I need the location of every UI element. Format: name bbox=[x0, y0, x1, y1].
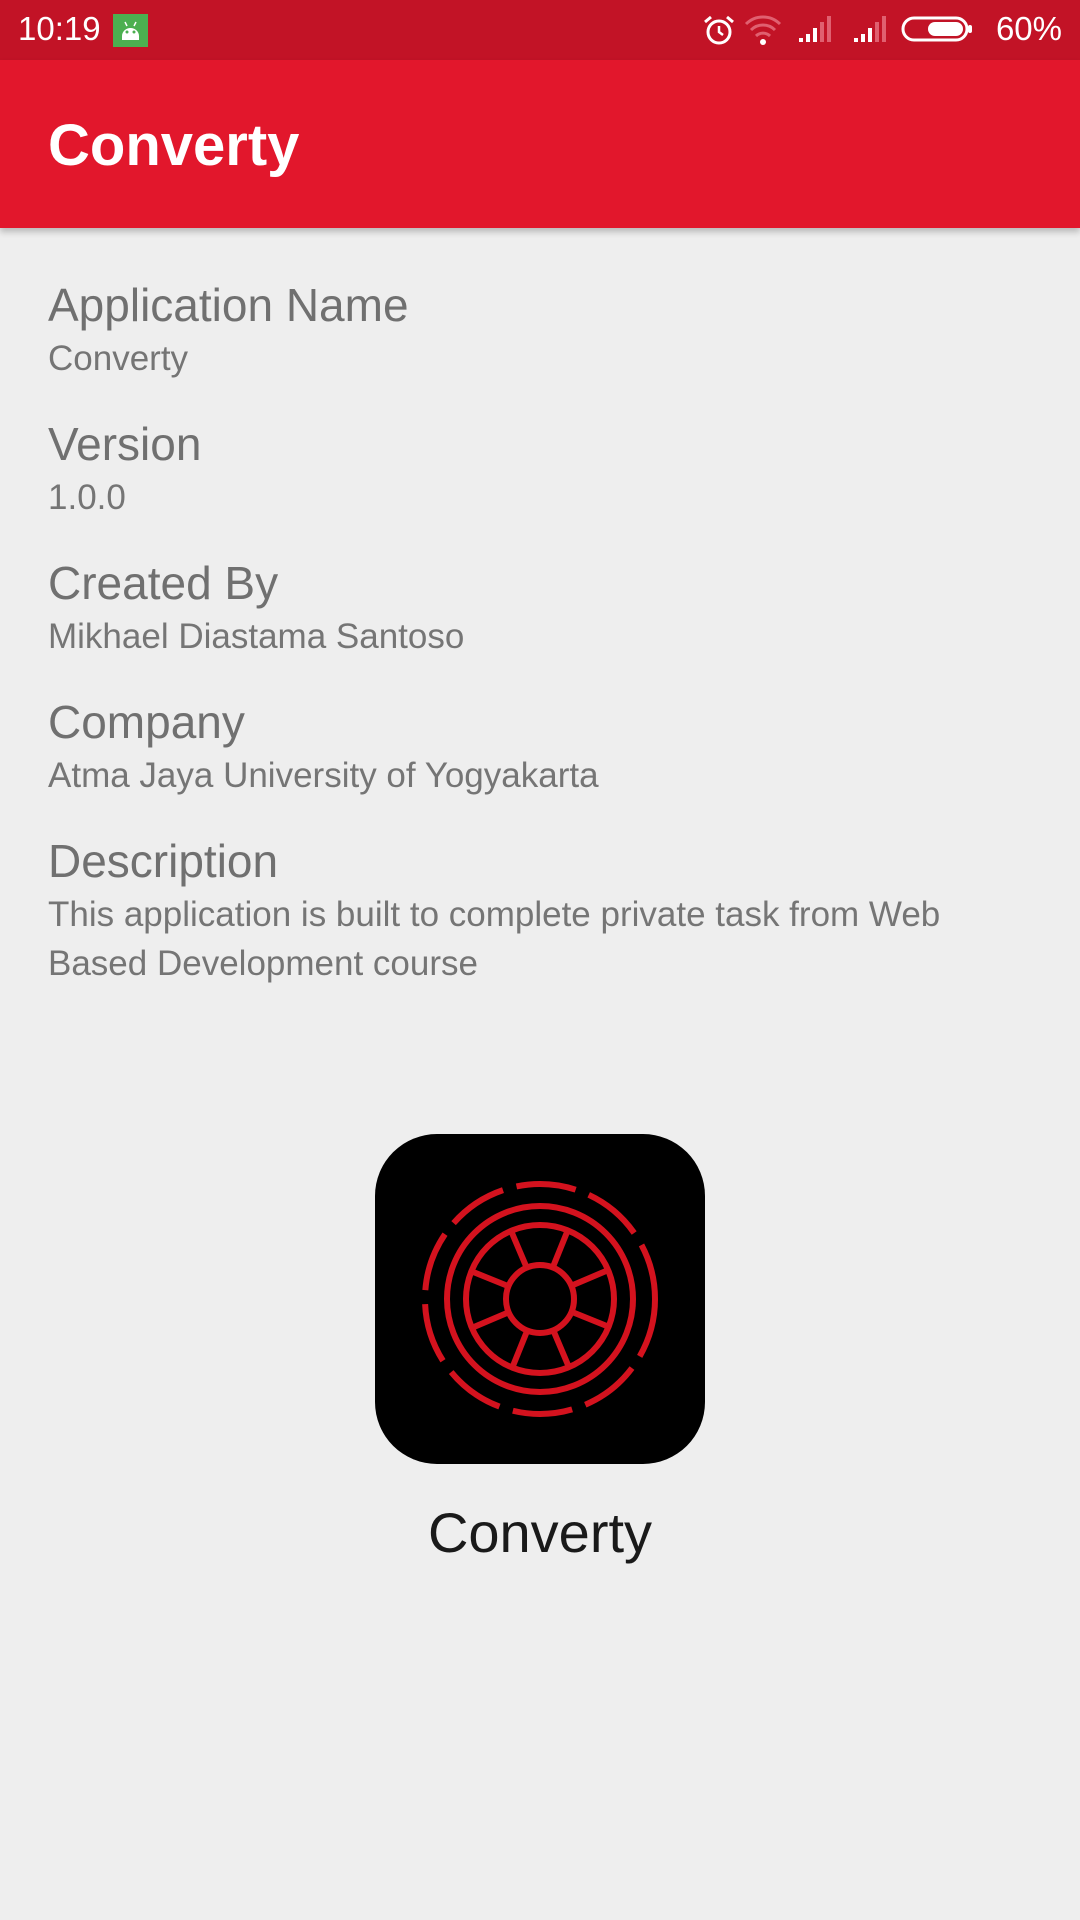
info-label: Company bbox=[48, 696, 245, 748]
alarm-icon bbox=[702, 14, 736, 50]
battery-icon bbox=[901, 14, 973, 48]
status-icons: 60% bbox=[702, 9, 1062, 51]
about-info: Application Name Converty Version 1.0.0 … bbox=[48, 278, 1008, 1022]
wheel-logo-icon bbox=[375, 1134, 705, 1464]
app-bar: Converty bbox=[0, 60, 1080, 228]
info-description: Description This application is built to… bbox=[48, 834, 1008, 988]
info-company: Company Atma Jaya University of Yogyakar… bbox=[48, 695, 1008, 800]
logo-caption: Converty bbox=[427, 1501, 653, 1564]
info-version: Version 1.0.0 bbox=[48, 417, 1008, 522]
info-application-name: Application Name Converty bbox=[48, 278, 1008, 383]
info-value: Converty bbox=[48, 339, 189, 378]
status-time: 10:19 bbox=[18, 10, 101, 47]
signal-icon bbox=[797, 14, 833, 48]
info-label: Version bbox=[48, 418, 202, 470]
battery-percent: 60% bbox=[995, 10, 1062, 47]
info-label: Created By bbox=[48, 557, 279, 609]
info-value: Mikhael Diastama Santoso bbox=[48, 617, 465, 656]
info-value: Atma Jaya University of Yogyakarta bbox=[48, 756, 599, 795]
wifi-icon bbox=[744, 14, 782, 50]
info-value: This application is built to complete pr… bbox=[48, 895, 941, 983]
status-bar: 10:19 60% bbox=[0, 0, 1080, 60]
signal-icon bbox=[852, 14, 888, 48]
info-label: Application Name bbox=[48, 279, 409, 331]
info-value: 1.0.0 bbox=[48, 478, 126, 517]
info-created-by: Created By Mikhael Diastama Santoso bbox=[48, 556, 1008, 661]
android-notification-icon bbox=[113, 14, 148, 47]
app-bar-title: Converty bbox=[48, 113, 300, 178]
info-label: Description bbox=[48, 835, 279, 887]
